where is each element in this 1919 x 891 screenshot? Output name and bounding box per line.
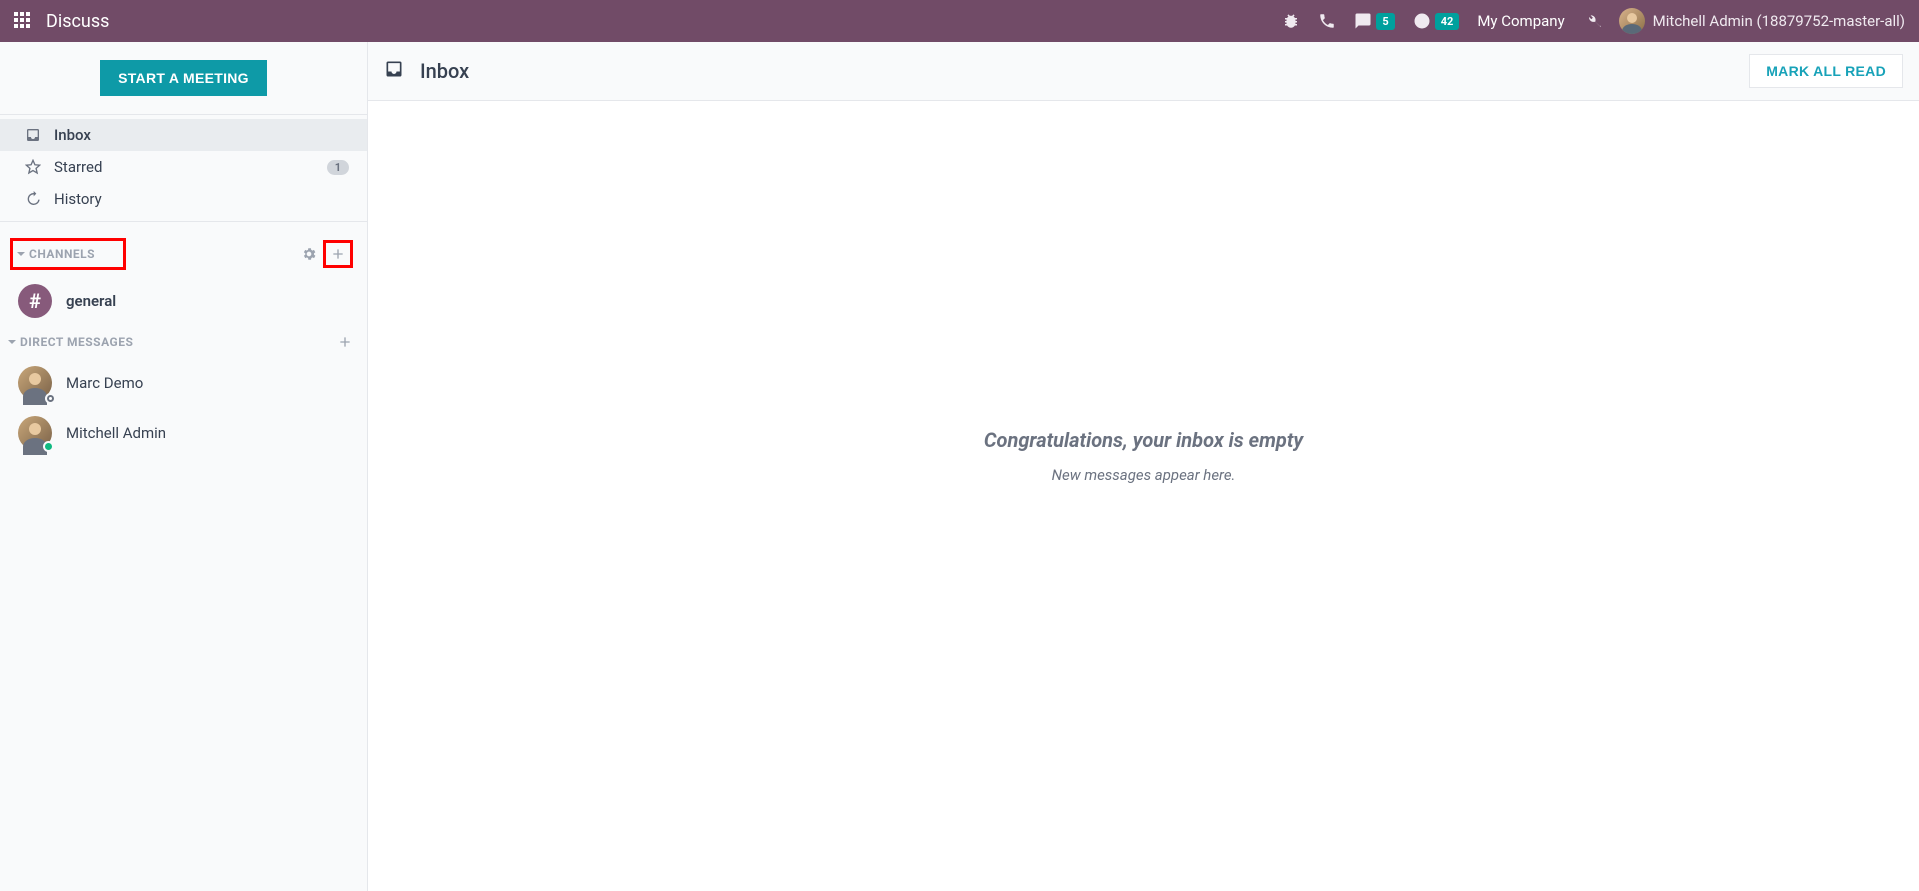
presence-offline-icon	[47, 395, 54, 402]
app-title[interactable]: Discuss	[46, 11, 109, 32]
mailbox-inbox-label: Inbox	[54, 126, 349, 144]
mailbox-starred[interactable]: Starred 1	[0, 151, 367, 183]
avatar	[18, 366, 52, 400]
content-header: Inbox MARK ALL READ	[368, 42, 1919, 101]
mailbox-starred-label: Starred	[54, 158, 315, 176]
apps-menu-icon[interactable]	[14, 12, 32, 30]
dm-name-label: Mitchell Admin	[66, 424, 166, 442]
content-pane: Inbox MARK ALL READ Congratulations, you…	[368, 42, 1919, 891]
starred-count-badge: 1	[327, 160, 349, 175]
start-meeting-button[interactable]: START A MEETING	[100, 60, 267, 96]
channels-settings-button[interactable]	[301, 246, 317, 262]
sidebar: START A MEETING Inbox Starred 1 His	[0, 42, 368, 891]
presence-online-icon	[43, 441, 54, 452]
mark-all-read-button[interactable]: MARK ALL READ	[1749, 54, 1903, 88]
inbox-icon	[384, 59, 404, 83]
company-switcher[interactable]: My Company	[1477, 12, 1564, 30]
messages-icon[interactable]: 5	[1354, 12, 1394, 30]
inbox-icon	[24, 127, 42, 143]
star-icon	[24, 159, 42, 175]
empty-state-title: Congratulations, your inbox is empty	[984, 428, 1303, 452]
history-icon	[24, 191, 42, 207]
dm-add-button[interactable]	[337, 334, 353, 350]
avatar	[18, 416, 52, 450]
empty-state-subtitle: New messages appear here.	[1052, 466, 1236, 484]
channels-add-button[interactable]	[330, 246, 346, 262]
messages-count-badge: 5	[1376, 13, 1394, 30]
dm-name-label: Marc Demo	[66, 374, 143, 392]
chevron-down-icon[interactable]	[15, 249, 27, 259]
user-name-label: Mitchell Admin (18879752-master-all)	[1653, 12, 1905, 30]
activities-icon[interactable]: 42	[1413, 12, 1460, 30]
channel-item-general[interactable]: # general	[0, 278, 367, 324]
tools-icon[interactable]	[1583, 12, 1601, 30]
mailbox-history[interactable]: History	[0, 183, 367, 215]
empty-state: Congratulations, your inbox is empty New…	[368, 101, 1919, 891]
channels-section-header: CHANNELS	[0, 222, 367, 278]
content-title: Inbox	[420, 59, 1749, 83]
channel-name-label: general	[66, 292, 116, 310]
user-menu[interactable]: Mitchell Admin (18879752-master-all)	[1619, 8, 1905, 34]
mailbox-list: Inbox Starred 1 History	[0, 115, 367, 222]
channels-header-label[interactable]: CHANNELS	[29, 247, 95, 261]
top-navbar: Discuss 5 42 My Company Mitchell Admin (…	[0, 0, 1919, 42]
user-avatar	[1619, 8, 1645, 34]
dm-header-label[interactable]: DIRECT MESSAGES	[20, 335, 337, 349]
dm-item-mitchell-admin[interactable]: Mitchell Admin	[0, 408, 367, 458]
dm-item-marc-demo[interactable]: Marc Demo	[0, 358, 367, 408]
dm-section-header: DIRECT MESSAGES	[0, 324, 367, 358]
channels-header-highlight: CHANNELS	[10, 238, 126, 270]
activities-count-badge: 42	[1435, 13, 1460, 30]
phone-icon[interactable]	[1318, 12, 1336, 30]
mailbox-inbox[interactable]: Inbox	[0, 119, 367, 151]
channel-hash-icon: #	[18, 284, 52, 318]
chevron-down-icon[interactable]	[6, 337, 18, 347]
bug-icon[interactable]	[1282, 12, 1300, 30]
mailbox-history-label: History	[54, 190, 349, 208]
channels-add-highlight	[323, 240, 353, 268]
